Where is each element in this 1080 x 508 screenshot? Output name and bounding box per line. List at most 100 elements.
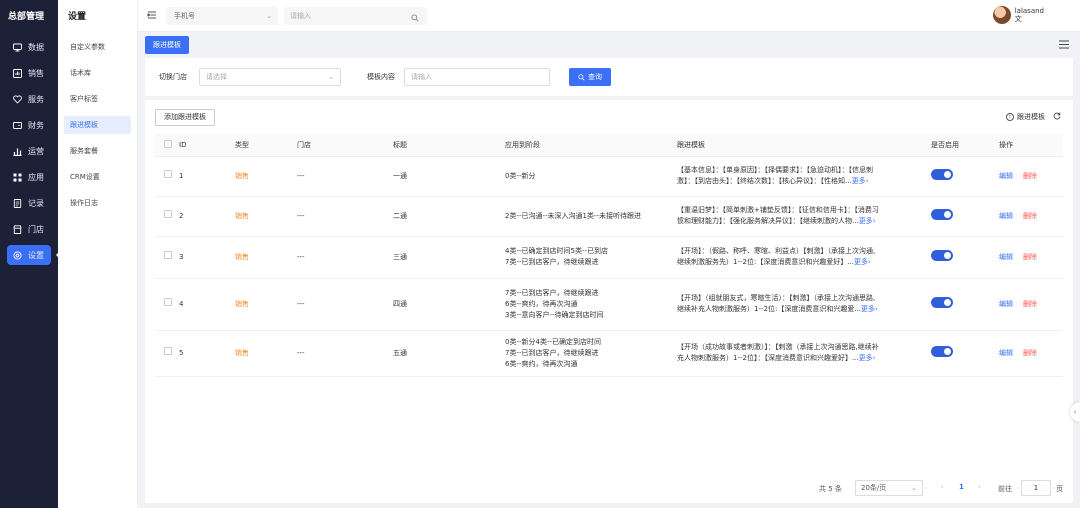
tab-strip: 跟进模板 xyxy=(145,36,1073,56)
enabled-toggle[interactable] xyxy=(931,296,953,308)
nav-item-8[interactable]: 设置 xyxy=(0,242,59,268)
template-line-2: 惯和理财能力】：【强化服务解决异议】：【继续刺激的人物... xyxy=(677,217,859,225)
row-checkbox[interactable] xyxy=(164,210,172,218)
template-line-1: 【基本信息】：【单身原因】：【择偶要求】：【急迫动机】：【信息刺 xyxy=(677,166,873,174)
info-icon[interactable]: i xyxy=(1006,113,1014,121)
subnav-title: 设置 xyxy=(68,12,87,22)
chevron-down-icon: ⌄ xyxy=(328,73,334,81)
col-template: 跟进模板 xyxy=(677,134,931,157)
cell-template: 【开场（成功故事或者刺激）】：【刺激（承接上次沟通思路,继续补 充人物刺激服务）1… xyxy=(677,330,931,377)
top-bar: 手机号 ⌄ 请输入 lalasand 文 xyxy=(138,0,1080,32)
template-line-1: 【开场（成功故事或者刺激）】：【刺激（承接上次沟通思路,继续补 xyxy=(677,343,879,351)
col-actions: 操作 xyxy=(999,134,1063,157)
delete-link[interactable]: 删除 xyxy=(1023,253,1037,261)
delete-link[interactable]: 删除 xyxy=(1023,212,1037,220)
stage-line: 7类--已到店客户，待继续跟进 xyxy=(505,348,599,357)
delete-link[interactable]: 删除 xyxy=(1023,349,1037,357)
tab-follow-template[interactable]: 跟进模板 xyxy=(145,36,189,54)
subnav-item-5[interactable]: CRM设置 xyxy=(64,168,131,186)
nav-item-label: 门店 xyxy=(28,224,44,234)
cell-id: 5 xyxy=(179,330,235,377)
nav-item-0[interactable]: 数据 xyxy=(0,34,58,60)
stage-line: 6类--爽约，待再次沟通 xyxy=(505,299,578,308)
search-type-select[interactable]: 手机号 ⌄ xyxy=(166,7,278,25)
edit-link[interactable]: 编辑 xyxy=(999,212,1013,220)
goto-page-input[interactable]: 1 xyxy=(1021,480,1051,496)
cell-template: 【开场】（组就朋友式，寒暄生活）：【刺激】（承接上次沟通思路, 继续补充人物刺激服… xyxy=(677,278,931,331)
page-size-select[interactable]: 20条/页 ⌄ xyxy=(855,480,923,496)
cell-store: --- xyxy=(297,278,393,331)
table-row: 5 销售 --- 五通 0类--新分4类--已确定到店时间 7类--已到店客户，待继续跟进… xyxy=(155,330,1063,377)
subnav-item-1[interactable]: 话术库 xyxy=(64,64,131,82)
row-checkbox[interactable] xyxy=(164,298,172,306)
search-type-value: 手机号 xyxy=(174,12,195,20)
edit-link[interactable]: 编辑 xyxy=(999,300,1013,308)
stage-line: 6类--爽约，待再次沟通 xyxy=(505,359,578,368)
cell-title: 三通 xyxy=(393,236,505,279)
user-menu[interactable]: lalasand 文 xyxy=(992,6,1044,24)
nav-item-3[interactable]: 财务 xyxy=(0,112,58,138)
more-chevron-icon: › xyxy=(868,258,871,266)
stage-line: 3类--意向客户--待确定到店时间 xyxy=(505,310,604,319)
delete-link[interactable]: 删除 xyxy=(1023,300,1037,308)
page-size-value: 20条/页 xyxy=(861,484,887,492)
nav-item-5[interactable]: 应用 xyxy=(0,164,58,190)
more-link[interactable]: 更多 xyxy=(854,258,868,266)
template-line-2: 激】：【到店由头】：【终结次数】：【核心异议】：【性格知... xyxy=(677,177,852,185)
prev-page-icon[interactable]: ‹ xyxy=(941,483,944,491)
store-icon xyxy=(12,224,22,234)
edit-link[interactable]: 编辑 xyxy=(999,349,1013,357)
help-label[interactable]: 跟进模板 xyxy=(1017,112,1045,122)
content-input[interactable]: 请输入 xyxy=(404,68,550,86)
nav-item-4[interactable]: 运营 xyxy=(0,138,58,164)
collapse-menu-icon[interactable] xyxy=(147,10,157,20)
cell-stages: 0类--新分 xyxy=(505,156,677,197)
top-search-input[interactable]: 请输入 xyxy=(284,7,427,25)
more-link[interactable]: 更多 xyxy=(852,177,866,185)
query-button[interactable]: 查询 xyxy=(569,68,611,86)
cell-type: 销售 xyxy=(235,156,297,197)
cell-template: 【重温旧梦】：【简单刺激+铺垫反馈】：【征信和信用卡】：【消费习 惯和理财能力】：… xyxy=(677,196,931,237)
nav-item-1[interactable]: 销售 xyxy=(0,60,58,86)
next-page-icon[interactable]: › xyxy=(978,483,981,491)
cell-type: 销售 xyxy=(235,278,297,331)
hamburger-icon[interactable] xyxy=(1059,40,1069,51)
delete-link[interactable]: 删除 xyxy=(1023,172,1037,180)
edit-link[interactable]: 编辑 xyxy=(999,172,1013,180)
select-all-checkbox[interactable] xyxy=(164,139,172,148)
row-checkbox[interactable] xyxy=(164,347,172,355)
refresh-icon[interactable] xyxy=(1053,112,1061,122)
cell-stages: 4类--已确定到店时间5类--已到店 7类--已到店客户，待继续跟进 xyxy=(505,236,677,279)
stage-line: 4类--已确定到店时间5类--已到店 xyxy=(505,247,609,255)
subnav-item-6[interactable]: 操作日志 xyxy=(64,194,131,212)
cell-template: 【开场】：（假路、称呼、寒暄、利益点）【刺激】（承接上次沟通, 继续刺激服务先）1… xyxy=(677,236,931,279)
user-sub: 文 xyxy=(1014,15,1022,23)
store-select[interactable]: 请选择 ⌄ xyxy=(199,68,341,86)
more-link[interactable]: 更多 xyxy=(861,305,875,313)
more-link[interactable]: 更多 xyxy=(859,354,873,362)
enabled-toggle[interactable] xyxy=(931,249,953,261)
row-checkbox[interactable] xyxy=(164,251,172,259)
subnav-item-4[interactable]: 服务套餐 xyxy=(64,142,131,160)
search-icon[interactable] xyxy=(411,11,419,29)
nav-item-6[interactable]: 记录 xyxy=(0,190,58,216)
row-checkbox[interactable] xyxy=(164,170,172,178)
enabled-toggle[interactable] xyxy=(931,168,953,180)
subnav-item-0[interactable]: 自定义参数 xyxy=(64,38,131,56)
add-template-button[interactable]: 添加跟进模板 xyxy=(155,109,215,126)
subnav-item-3[interactable]: 跟进模板 xyxy=(64,116,131,134)
nav-item-7[interactable]: 门店 xyxy=(0,216,58,242)
enabled-toggle[interactable] xyxy=(931,345,953,357)
document-icon xyxy=(12,198,22,208)
nav-item-2[interactable]: 服务 xyxy=(0,86,58,112)
edit-link[interactable]: 编辑 xyxy=(999,253,1013,261)
more-link[interactable]: 更多 xyxy=(859,217,873,225)
enabled-toggle[interactable] xyxy=(931,208,953,220)
page-number-current[interactable]: 1 xyxy=(959,483,964,491)
subnav-item-2[interactable]: 客户标签 xyxy=(64,90,131,108)
main-nav: 总部管理 数据 销售 服务 财务 运营 应用 记录 门店 设置 xyxy=(0,0,59,508)
table-header-row: ID 类型 门店 标题 应用到阶段 跟进模板 是否启用 操作 xyxy=(155,134,1063,157)
user-name: lalasand xyxy=(1014,7,1044,15)
template-line-1: 【开场】（组就朋友式，寒暄生活）：【刺激】（承接上次沟通思路, xyxy=(677,294,876,302)
stage-line: 2类--已沟通--未深入沟通1类--未接听待跟进 xyxy=(505,211,642,220)
